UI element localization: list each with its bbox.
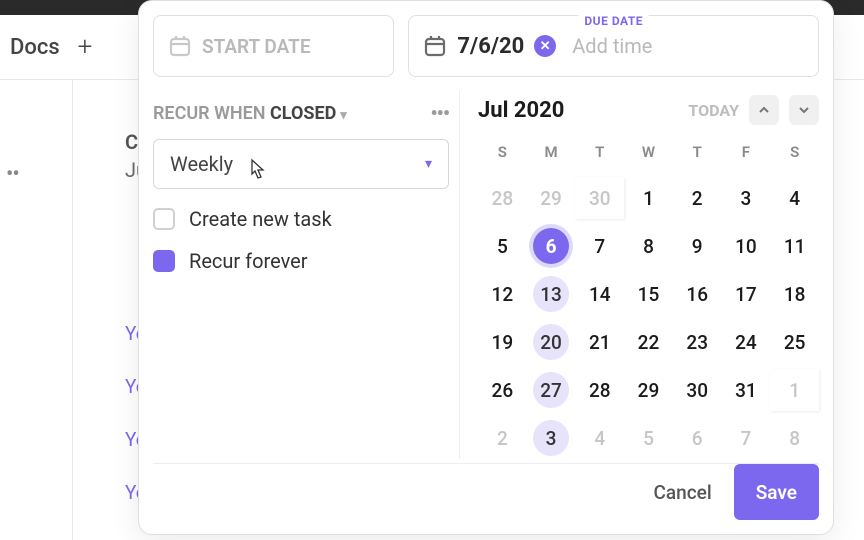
start-date-placeholder: START DATE <box>202 35 311 58</box>
calendar-day[interactable]: 23 <box>673 321 722 363</box>
calendar-day[interactable]: 29 <box>624 369 673 411</box>
calendar-day[interactable]: 5 <box>624 417 673 459</box>
more-options-icon[interactable]: ••• <box>430 101 449 125</box>
calendar: Jul 2020 TODAY SMTWTFS282930123456789101… <box>459 91 819 459</box>
chevron-down-icon: ▾ <box>340 108 347 123</box>
calendar-day[interactable]: 29 <box>527 177 576 219</box>
frequency-value: Weekly <box>170 152 233 176</box>
add-time-button[interactable]: Add time <box>572 34 652 58</box>
calendar-day[interactable]: 5 <box>478 225 527 267</box>
day-of-week-header: S <box>770 137 819 171</box>
calendar-day[interactable]: 1 <box>624 177 673 219</box>
calendar-day[interactable]: 20 <box>527 321 576 363</box>
calendar-day[interactable]: 15 <box>624 273 673 315</box>
calendar-day[interactable]: 18 <box>770 273 819 315</box>
calendar-day[interactable]: 3 <box>722 177 771 219</box>
date-recurrence-modal: START DATE DUE DATE 7/6/20 ✕ Add time RE… <box>138 0 834 535</box>
calendar-day[interactable]: 4 <box>575 417 624 459</box>
calendar-day[interactable]: 30 <box>673 369 722 411</box>
due-date-field[interactable]: DUE DATE 7/6/20 ✕ Add time <box>408 15 819 77</box>
day-of-week-header: W <box>624 137 673 171</box>
day-of-week-header: T <box>673 137 722 171</box>
cursor-icon <box>246 158 268 187</box>
calendar-day[interactable]: 2 <box>478 417 527 459</box>
calendar-day[interactable]: 7 <box>722 417 771 459</box>
calendar-day[interactable]: 11 <box>770 225 819 267</box>
prev-month-button[interactable] <box>749 95 779 125</box>
calendar-day[interactable]: 28 <box>575 369 624 411</box>
calendar-month-label: Jul 2020 <box>478 98 564 123</box>
chevron-down-icon: ▾ <box>425 156 432 172</box>
calendar-day[interactable]: 30 <box>575 177 624 219</box>
calendar-day[interactable]: 21 <box>575 321 624 363</box>
save-button[interactable]: Save <box>734 464 819 520</box>
day-of-week-header: F <box>722 137 771 171</box>
calendar-day[interactable]: 6 <box>527 225 576 267</box>
clear-due-date-button[interactable]: ✕ <box>534 35 556 57</box>
calendar-day[interactable]: 16 <box>673 273 722 315</box>
due-date-label: DUE DATE <box>578 14 649 28</box>
calendar-day[interactable]: 31 <box>722 369 771 411</box>
calendar-icon <box>423 34 447 58</box>
cancel-button[interactable]: Cancel <box>632 464 734 520</box>
plus-icon[interactable]: + <box>78 32 93 62</box>
today-button[interactable]: TODAY <box>688 101 739 120</box>
day-of-week-header: T <box>575 137 624 171</box>
docs-tab[interactable]: Docs <box>10 35 60 60</box>
calendar-day[interactable]: 14 <box>575 273 624 315</box>
create-new-task-option[interactable]: Create new task <box>153 207 449 231</box>
calendar-day[interactable]: 8 <box>624 225 673 267</box>
recur-forever-option[interactable]: Recur forever <box>153 249 449 273</box>
calendar-day[interactable]: 27 <box>527 369 576 411</box>
calendar-day[interactable]: 28 <box>478 177 527 219</box>
recur-forever-label: Recur forever <box>189 249 308 273</box>
day-of-week-header: M <box>527 137 576 171</box>
calendar-day[interactable]: 17 <box>722 273 771 315</box>
calendar-day[interactable]: 25 <box>770 321 819 363</box>
frequency-select[interactable]: Weekly ▾ <box>153 139 449 189</box>
calendar-day[interactable]: 6 <box>673 417 722 459</box>
create-new-task-label: Create new task <box>189 207 332 231</box>
due-date-value: 7/6/20 <box>457 34 524 59</box>
day-of-week-header: S <box>478 137 527 171</box>
calendar-day[interactable]: 12 <box>478 273 527 315</box>
calendar-day[interactable]: 7 <box>575 225 624 267</box>
calendar-day[interactable]: 3 <box>527 417 576 459</box>
calendar-day[interactable]: 1 <box>770 369 819 411</box>
calendar-day[interactable]: 9 <box>673 225 722 267</box>
start-date-field[interactable]: START DATE <box>153 15 394 77</box>
next-month-button[interactable] <box>789 95 819 125</box>
calendar-day[interactable]: 24 <box>722 321 771 363</box>
checkbox-checked-icon[interactable] <box>153 250 175 272</box>
calendar-day[interactable]: 10 <box>722 225 771 267</box>
calendar-day[interactable]: 26 <box>478 369 527 411</box>
more-icon[interactable]: •• <box>6 162 19 187</box>
calendar-day[interactable]: 22 <box>624 321 673 363</box>
recur-when-dropdown[interactable]: RECUR WHEN CLOSED▾ <box>153 103 347 124</box>
calendar-day[interactable]: 4 <box>770 177 819 219</box>
checkbox-unchecked-icon[interactable] <box>153 208 175 230</box>
calendar-day[interactable]: 19 <box>478 321 527 363</box>
calendar-day[interactable]: 2 <box>673 177 722 219</box>
calendar-day[interactable]: 13 <box>527 273 576 315</box>
calendar-icon <box>168 34 192 58</box>
calendar-day[interactable]: 8 <box>770 417 819 459</box>
